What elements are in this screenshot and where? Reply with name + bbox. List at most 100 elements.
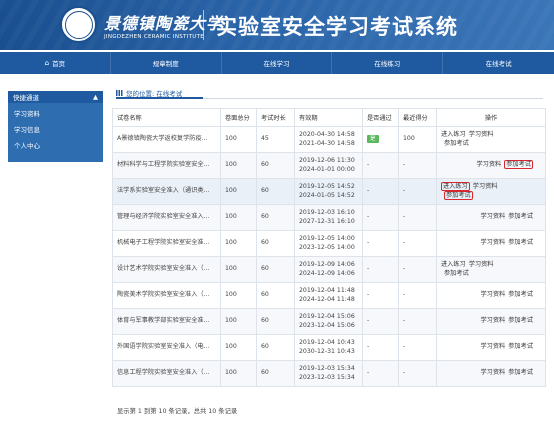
- col-header-total: 卷面总分: [220, 108, 257, 127]
- cell-ops: 学习资料 参加考试: [436, 204, 546, 231]
- nav-online-learning[interactable]: 在线学习: [222, 52, 333, 74]
- col-header-valid: 有效期: [294, 108, 363, 127]
- cell-score: -: [398, 334, 437, 361]
- sidebar-item-personal-center[interactable]: 个人中心: [8, 138, 103, 154]
- study-materials-link[interactable]: 学习资料: [481, 239, 506, 246]
- cell-name: 材料科学与工程学院实验室安全...: [112, 152, 221, 179]
- cell-name: 陶瓷美术学院实验室安全准入（...: [112, 282, 221, 309]
- nav-online-exam[interactable]: 在线考试: [443, 52, 554, 74]
- valid-from: 2020-04-30 14:58: [299, 131, 355, 138]
- cell-valid: 2020-04-30 14:58 2021-04-30 14:58: [294, 126, 363, 153]
- study-materials-link[interactable]: 学习资料: [473, 183, 498, 190]
- pass-status: -: [367, 213, 370, 221]
- study-materials-link[interactable]: 学习资料: [481, 317, 506, 324]
- nav-home-label: 首页: [52, 60, 66, 68]
- cell-passed: -: [362, 334, 399, 361]
- pass-status: -: [367, 239, 370, 247]
- cell-valid: 2019-12-04 11:48 2024-12-04 11:48: [294, 282, 363, 309]
- nav-regulations[interactable]: 规章制度: [111, 52, 222, 74]
- col-header-name: 试卷名称: [112, 108, 221, 127]
- table-row: 陶瓷美术学院实验室安全准入（... 100 60 2019-12-04 11:48 20…: [112, 282, 546, 309]
- valid-to: 2023-12-05 14:00: [299, 243, 355, 251]
- sidebar-title: 快捷通道: [13, 94, 39, 102]
- cell-score: -: [398, 282, 437, 309]
- study-materials-link[interactable]: 学习资料: [469, 131, 494, 138]
- cell-total: 100: [220, 178, 257, 205]
- cell-passed: -: [362, 178, 399, 205]
- valid-from: 2019-12-04 10:43: [299, 339, 355, 346]
- take-exam-link[interactable]: 参加考试: [508, 343, 533, 350]
- valid-from: 2019-12-04 11:48: [299, 287, 355, 294]
- take-exam-link[interactable]: 参加考试: [444, 270, 469, 277]
- nav-online-exam-label: 在线考试: [485, 60, 512, 68]
- table-row: 机械电子工程学院实验室安全准... 100 60 2019-12-05 14:00 20…: [112, 230, 546, 257]
- sidebar-item-study-materials[interactable]: 学习资料: [8, 106, 103, 122]
- cell-duration: 45: [256, 126, 295, 153]
- pass-badge: 是: [367, 135, 379, 144]
- take-exam-link[interactable]: 参加考试: [508, 369, 533, 376]
- table-row: 设计艺术学院实验室安全准入（... 100 60 2019-12-09 14:06 20…: [112, 256, 546, 283]
- cell-score: 100: [398, 126, 437, 153]
- study-materials-link[interactable]: 学习资料: [477, 161, 502, 168]
- table-row: 管理与经济学院实验室安全准入... 100 60 2019-12-03 16:10 20…: [112, 204, 546, 231]
- cell-name: A景德镇陶瓷大学返校复学防疫...: [112, 126, 221, 153]
- cell-valid: 2019-12-09 14:06 2024-12-09 14:06: [294, 256, 363, 283]
- cell-total: 100: [220, 282, 257, 309]
- cell-total: 100: [220, 204, 257, 231]
- breadcrumb-underline: [116, 97, 203, 99]
- take-exam-link[interactable]: 参加考试: [444, 140, 469, 147]
- system-title: 实验室安全学习考试系统: [216, 14, 458, 39]
- cell-name: 机械电子工程学院实验室安全准...: [112, 230, 221, 257]
- enter-practice-link[interactable]: 进入练习: [441, 131, 466, 138]
- nav-regulations-label: 规章制度: [152, 60, 179, 68]
- col-header-duration: 考试时长: [256, 108, 295, 127]
- study-materials-link[interactable]: 学习资料: [481, 291, 506, 298]
- valid-from: 2019-12-04 15:06: [299, 313, 355, 320]
- pass-status: -: [367, 265, 370, 273]
- take-exam-link[interactable]: 参加考试: [508, 317, 533, 324]
- breadcrumb-rule: [203, 98, 543, 99]
- nav-online-practice[interactable]: 在线练习: [332, 52, 444, 74]
- take-exam-link[interactable]: 参加考试: [508, 291, 533, 298]
- valid-to: 2024-01-05 14:52: [299, 191, 355, 199]
- sidebar-body: 学习资料 学习信息 个人中心: [8, 103, 103, 162]
- nav-home[interactable]: ⌂ 首页: [0, 52, 111, 74]
- valid-from: 2019-12-09 14:06: [299, 261, 355, 268]
- study-materials-link[interactable]: 学习资料: [481, 343, 506, 350]
- cell-score: -: [398, 204, 437, 231]
- cell-duration: 60: [256, 230, 295, 257]
- cell-duration: 60: [256, 308, 295, 335]
- take-exam-link[interactable]: 参加考试: [508, 239, 533, 246]
- study-materials-link[interactable]: 学习资料: [481, 369, 506, 376]
- cell-score: -: [398, 152, 437, 179]
- cell-name: 设计艺术学院实验室安全准入（...: [112, 256, 221, 283]
- cell-duration: 60: [256, 204, 295, 231]
- table-body: A景德镇陶瓷大学返校复学防疫... 100 45 2020-04-30 14:58 20…: [112, 126, 546, 387]
- take-exam-link[interactable]: 参加考试: [504, 160, 533, 170]
- cell-passed: -: [362, 308, 399, 335]
- cell-ops: 进入练习 学习资料 参加考试: [436, 126, 546, 153]
- cell-valid: 2019-12-04 10:43 2030-12-31 10:43: [294, 334, 363, 361]
- pass-status: -: [367, 187, 370, 195]
- cell-valid: 2019-12-04 15:06 2023-12-04 15:06: [294, 308, 363, 335]
- header-banner: 景德镇陶瓷大学 JINGDEZHEN CERAMIC INSTITUTE 实验室…: [0, 0, 554, 50]
- cell-duration: 60: [256, 282, 295, 309]
- cell-ops: 学习资料 参加考试: [436, 152, 546, 179]
- table-row: 材料科学与工程学院实验室安全... 100 60 2019-12-06 11:30 20…: [112, 152, 546, 179]
- cell-valid: 2019-12-03 16:10 2027-12-31 16:10: [294, 204, 363, 231]
- cell-valid: 2019-12-06 11:30 2024-01-01 00:00: [294, 152, 363, 179]
- valid-to: 2027-12-31 16:10: [299, 217, 355, 225]
- sidebar-header[interactable]: 快捷通道 ▲: [8, 91, 103, 103]
- cell-ops: 进入练习 学习资料 参加考试: [436, 256, 546, 283]
- caret-up-icon: ▲: [93, 93, 98, 101]
- enter-practice-link[interactable]: 进入练习: [441, 182, 470, 191]
- enter-practice-link[interactable]: 进入练习: [441, 261, 466, 268]
- school-name-cn: 景德镇陶瓷大学: [104, 14, 224, 33]
- cell-total: 100: [220, 230, 257, 257]
- sidebar-item-study-info[interactable]: 学习信息: [8, 122, 103, 138]
- study-materials-link[interactable]: 学习资料: [481, 213, 506, 220]
- take-exam-link[interactable]: 参加考试: [444, 190, 473, 200]
- take-exam-link[interactable]: 参加考试: [508, 213, 533, 220]
- table-row: A景德镇陶瓷大学返校复学防疫... 100 45 2020-04-30 14:58 20…: [112, 126, 546, 153]
- study-materials-link[interactable]: 学习资料: [469, 261, 494, 268]
